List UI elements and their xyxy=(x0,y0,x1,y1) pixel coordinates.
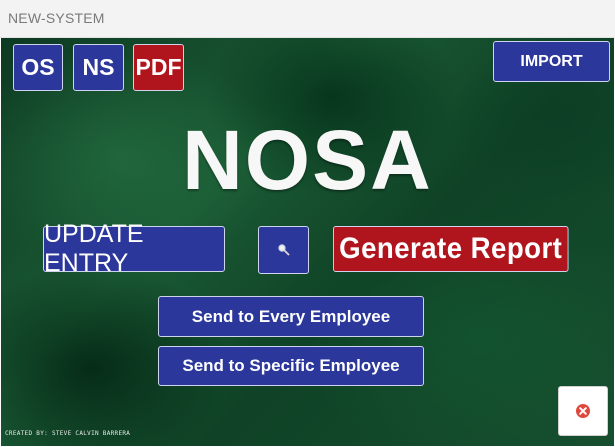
close-button[interactable] xyxy=(558,386,608,436)
update-entry-button[interactable]: UPDATE ENTRY xyxy=(43,220,225,277)
generate-report-button[interactable]: Generate Report xyxy=(333,226,569,272)
credit-text: CREATED BY: STEVE CALVIN BARRERA xyxy=(5,430,131,437)
send-every-employee-button[interactable]: Send to Every Employee xyxy=(158,296,424,337)
main-panel: OS NS PDF IMPORT NOSA UPDATE ENTRY Gener… xyxy=(1,38,614,446)
ns-button[interactable]: NS xyxy=(73,44,124,91)
pdf-button[interactable]: PDF xyxy=(133,44,184,91)
close-icon xyxy=(576,404,590,418)
import-button[interactable]: IMPORT xyxy=(493,41,610,82)
os-button[interactable]: OS xyxy=(13,44,63,91)
search-button[interactable] xyxy=(258,226,309,274)
app-heading: NOSA xyxy=(182,113,433,207)
search-icon xyxy=(277,244,289,256)
window-title: NEW-SYSTEM xyxy=(8,10,105,26)
send-specific-employee-button[interactable]: Send to Specific Employee xyxy=(158,346,424,386)
title-bar: NEW-SYSTEM xyxy=(0,0,615,38)
